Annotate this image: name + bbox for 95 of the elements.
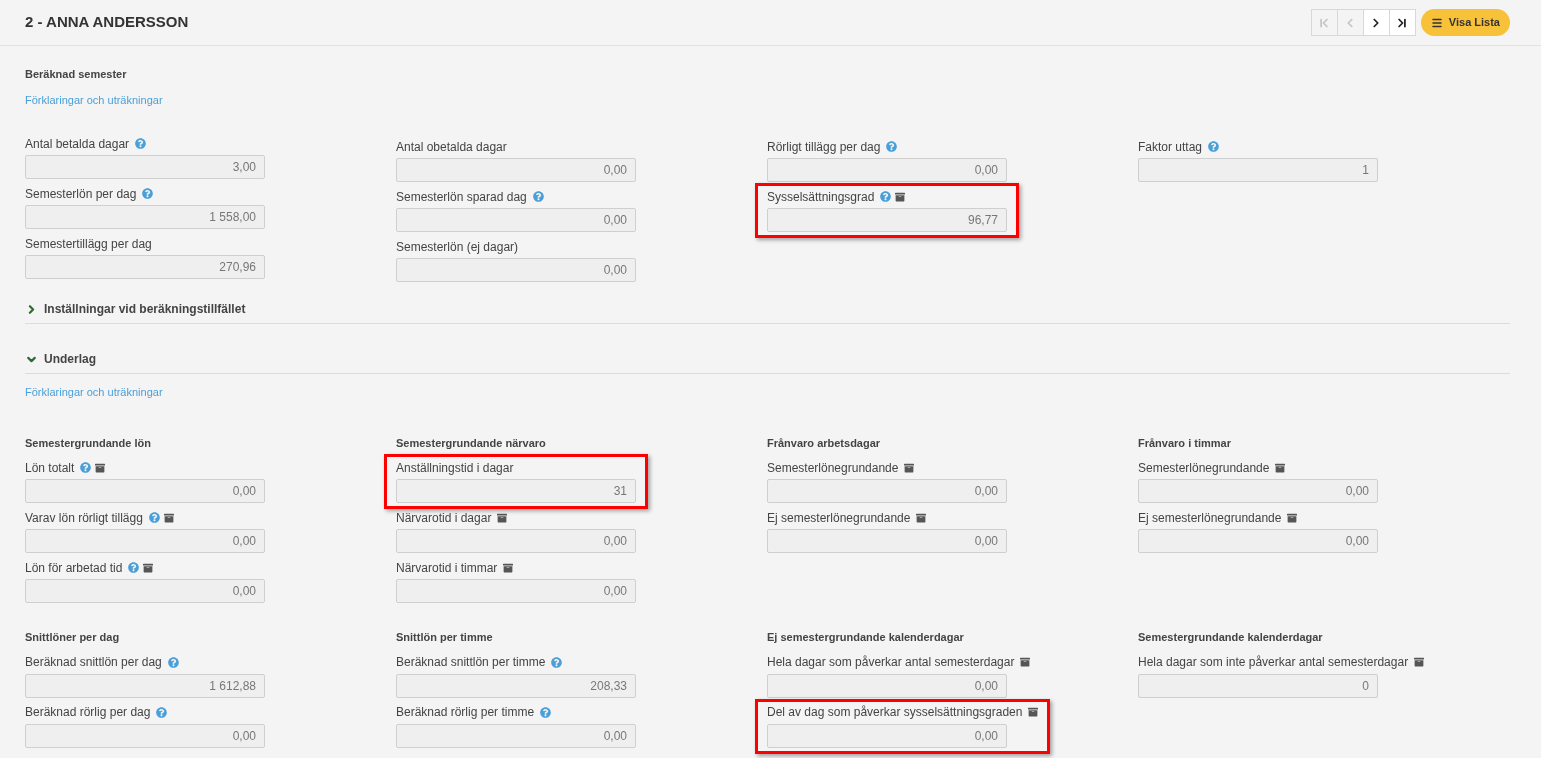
- help-icon[interactable]: [880, 191, 892, 202]
- field-label: Närvarotid i dagar: [396, 509, 492, 527]
- input-field[interactable]: 1 612,88: [25, 673, 265, 698]
- field-label: Anställningstid i dagar: [396, 459, 514, 477]
- field-label: Beräknad snittlön per timme: [396, 654, 546, 671]
- input-field[interactable]: 0,00: [396, 258, 636, 282]
- help-icon[interactable]: [80, 462, 92, 473]
- field-label: Hela dagar som påverkar antal semesterdagar: [767, 654, 1015, 671]
- field-label: Beräknad rörlig per dag: [25, 704, 151, 721]
- field-label: Semesterlönegrundande: [1138, 459, 1270, 477]
- help-icon[interactable]: [886, 141, 898, 152]
- help-icon[interactable]: [135, 138, 147, 149]
- group-heading: Snittlön per timme: [396, 630, 494, 645]
- group-heading: Semestergrundande närvaro: [396, 435, 547, 451]
- input-field[interactable]: 0,00: [767, 479, 1007, 503]
- menu-icon: [1430, 16, 1443, 29]
- input-field[interactable]: 0: [1138, 673, 1378, 698]
- field-label: Semesterlön sparad dag: [396, 188, 527, 206]
- help-icon[interactable]: [142, 188, 154, 199]
- help-icon[interactable]: [148, 512, 160, 523]
- input-field[interactable]: 208,33: [396, 673, 636, 698]
- archive-icon: [143, 562, 154, 573]
- archive-icon: [1028, 707, 1039, 717]
- field-label: Rörligt tillägg per dag: [767, 138, 881, 156]
- field-label: Del av dag som påverkar sysselsättningsgraden: [767, 704, 1023, 721]
- input-field[interactable]: 1 558,00: [25, 205, 265, 229]
- field-label: Hela dagar som inte påverkar antal semesterdagar: [1138, 654, 1409, 671]
- input-field[interactable]: 0,00: [396, 529, 636, 553]
- field-label: Beräknad rörlig per timme: [396, 704, 535, 721]
- input-field[interactable]: 0,00: [1138, 529, 1378, 553]
- section-title[interactable]: Inställningar vid beräkningstillfället: [44, 300, 246, 318]
- field-label: Närvarotid i timmar: [396, 559, 498, 577]
- field-label: Semesterlön (ej dagar): [396, 238, 519, 256]
- group-heading: Semestergrundande kalenderdagar: [1138, 630, 1324, 645]
- explanations-link[interactable]: Förklaringar och uträkningar: [25, 384, 163, 401]
- group-heading: Snittlöner per dag: [25, 630, 121, 645]
- field-label: Ej semesterlönegrundande: [767, 509, 911, 527]
- field-label: Ej semesterlönegrundande: [1138, 509, 1282, 527]
- archive-icon: [95, 462, 106, 473]
- group-heading: Frånvaro i timmar: [1138, 435, 1232, 451]
- archive-icon: [895, 191, 906, 202]
- input-field[interactable]: 0,00: [767, 723, 1007, 748]
- help-icon[interactable]: [551, 656, 563, 668]
- field-label: Antal betalda dagar: [25, 135, 130, 153]
- field-label: Lön totalt: [25, 459, 75, 477]
- input-field[interactable]: 0,00: [25, 479, 265, 503]
- group-heading: Semestergrundande lön: [25, 435, 152, 451]
- archive-icon: [916, 512, 927, 523]
- input-field[interactable]: 0,00: [396, 158, 636, 182]
- archive-icon: [503, 562, 514, 573]
- input-field[interactable]: 0,00: [396, 723, 636, 748]
- field-label: Faktor uttag: [1138, 138, 1203, 156]
- input-field[interactable]: 0,00: [1138, 479, 1378, 503]
- input-field[interactable]: 0,00: [767, 529, 1007, 553]
- archive-icon: [1287, 512, 1298, 523]
- help-icon[interactable]: [1208, 141, 1220, 152]
- section-title[interactable]: Underlag: [44, 350, 96, 368]
- help-icon[interactable]: [167, 656, 179, 668]
- field-label: Semesterlönegrundande: [767, 459, 899, 477]
- help-icon[interactable]: [532, 191, 544, 202]
- input-field[interactable]: 0,00: [396, 579, 636, 603]
- archive-icon: [163, 512, 174, 523]
- section-heading: Beräknad semester: [25, 67, 128, 82]
- input-field[interactable]: 0,00: [25, 529, 265, 553]
- archive-icon: [1275, 462, 1286, 473]
- archive-icon: [904, 462, 915, 473]
- archive-icon: [1414, 657, 1425, 667]
- input-field[interactable]: 0,00: [396, 208, 636, 232]
- field-label: Lön för arbetad tid: [25, 559, 123, 577]
- help-icon[interactable]: [128, 562, 140, 573]
- help-icon[interactable]: [540, 706, 552, 718]
- field-label: Antal obetalda dagar: [396, 138, 507, 156]
- group-heading: Frånvaro arbetsdagar: [767, 435, 882, 451]
- field-label: Semesterlön per dag: [25, 185, 137, 203]
- last-page-button[interactable]: [1388, 9, 1416, 36]
- help-icon[interactable]: [156, 706, 168, 718]
- archive-icon: [1020, 657, 1031, 667]
- field-label: Sysselsättningsgrad: [767, 188, 875, 206]
- page-title: 2 - ANNA ANDERSSON: [25, 12, 189, 33]
- list-view-button[interactable]: Visa Lista: [1420, 9, 1510, 36]
- field-label: Varav lön rörligt tillägg: [25, 509, 143, 527]
- input-field[interactable]: 0,00: [25, 723, 265, 748]
- input-field[interactable]: 96,77: [767, 208, 1007, 232]
- input-field[interactable]: 31: [396, 479, 636, 503]
- input-field[interactable]: 1: [1138, 158, 1378, 182]
- group-heading: Ej semestergrundande kalenderdagar: [767, 630, 965, 645]
- input-field[interactable]: 270,96: [25, 255, 265, 279]
- input-field[interactable]: 0,00: [25, 579, 265, 603]
- input-field[interactable]: 3,00: [25, 155, 265, 179]
- field-label: Semestertillägg per dag: [25, 235, 152, 253]
- input-field[interactable]: 0,00: [767, 673, 1007, 698]
- archive-icon: [497, 512, 508, 523]
- field-label: Beräknad snittlön per dag: [25, 654, 162, 671]
- input-field[interactable]: 0,00: [767, 158, 1007, 182]
- explanations-link[interactable]: Förklaringar och uträkningar: [25, 91, 163, 108]
